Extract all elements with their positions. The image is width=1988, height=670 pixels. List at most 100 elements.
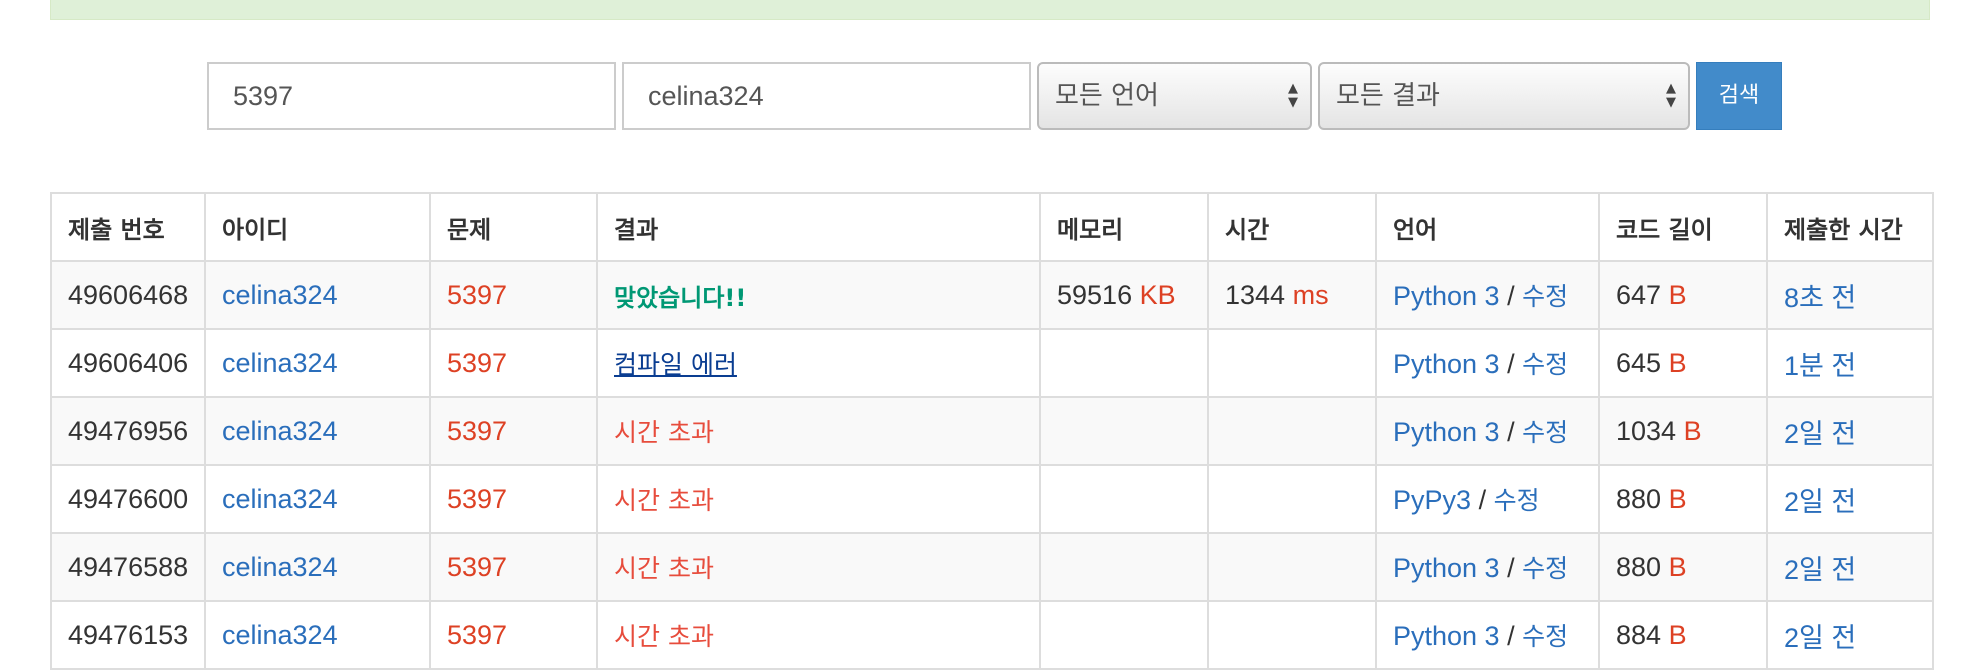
select-arrows-icon: ▲ ▼ [1288,81,1298,110]
code-length-unit: B [1668,619,1687,650]
language-link[interactable]: Python 3 [1393,417,1500,447]
code-length-value: 645 [1616,347,1662,378]
user-link[interactable]: celina324 [204,464,431,534]
language-link[interactable]: Python 3 [1393,281,1500,311]
problem-id-input[interactable]: 5397 [207,62,616,130]
result-select[interactable]: 모든 결과 ▲ ▼ [1318,62,1690,130]
code-length-unit: B [1668,483,1687,514]
language-select-value: 모든 언어 [1055,81,1159,111]
header-user: 아이디 [204,192,431,262]
select-arrows-icon: ▲ ▼ [1666,81,1676,110]
time-cell [1207,396,1377,466]
code-length-unit: B [1668,347,1687,378]
problem-link[interactable]: 5397 [429,532,598,602]
language-select[interactable]: 모든 언어 ▲ ▼ [1037,62,1312,130]
language-link[interactable]: Python 3 [1393,621,1500,651]
memory-cell [1039,532,1209,602]
header-time: 시간 [1207,192,1377,262]
submission-id: 49476600 [50,464,206,534]
submission-id: 49476588 [50,532,206,602]
user-link[interactable]: celina324 [204,532,431,602]
edit-link[interactable]: 수정 [1522,622,1568,651]
header-result: 결과 [596,192,1041,262]
submitted-time-link[interactable]: 2일 전 [1766,532,1934,602]
submitted-time-link[interactable]: 1분 전 [1766,328,1934,398]
search-button[interactable]: 검색 [1696,62,1782,130]
problem-link[interactable]: 5397 [429,464,598,534]
header-code-length: 코드 길이 [1598,192,1768,262]
submitted-time-link[interactable]: 8초 전 [1766,260,1934,330]
user-link[interactable]: celina324 [204,396,431,466]
memory-cell [1039,464,1209,534]
code-length-cell: 647 B [1598,260,1768,330]
code-length-value: 884 [1616,619,1662,650]
language-cell: PyPy3 / 수정 [1375,464,1600,534]
language-cell: Python 3 / 수정 [1375,600,1600,670]
result-cell: 시간 초과 [596,464,1041,534]
time-unit: ms [1292,279,1329,310]
language-cell: Python 3 / 수정 [1375,328,1600,398]
header-submission-id: 제출 번호 [50,192,206,262]
table-row: 49476153 celina324 5397 시간 초과 Python 3 / 수정 8… [50,600,1934,670]
language-separator: / [1507,349,1515,379]
user-link[interactable]: celina324 [204,328,431,398]
memory-cell [1039,328,1209,398]
edit-link[interactable]: 수정 [1522,282,1568,311]
table-row: 49476600 celina324 5397 시간 초과 PyPy3 / 수정 880 … [50,464,1934,534]
language-separator: / [1507,281,1515,311]
edit-link[interactable]: 수정 [1494,486,1540,515]
language-separator: / [1478,485,1487,515]
time-value: 1344 [1225,279,1286,310]
language-link[interactable]: Python 3 [1393,553,1500,583]
problem-link[interactable]: 5397 [429,600,598,670]
result-cell: 시간 초과 [596,532,1041,602]
code-length-value: 880 [1616,483,1662,514]
memory-cell: 59516 KB [1039,260,1209,330]
result-text: 시간 초과 [614,486,714,515]
problem-link[interactable]: 5397 [429,328,598,398]
user-id-input[interactable]: celina324 [622,62,1031,130]
header-submitted-at: 제출한 시간 [1766,192,1934,262]
language-separator: / [1507,553,1515,583]
submitted-time-link[interactable]: 2일 전 [1766,464,1934,534]
submitted-time-link[interactable]: 2일 전 [1766,600,1934,670]
memory-cell [1039,600,1209,670]
result-cell: 맞았습니다!! [596,260,1041,330]
result-cell[interactable]: 컴파일 에러 [596,328,1041,398]
result-text[interactable]: 컴파일 에러 [614,350,737,379]
problem-link[interactable]: 5397 [429,396,598,466]
memory-value: 59516 [1057,279,1133,310]
problem-link[interactable]: 5397 [429,260,598,330]
search-bar: 5397 celina324 모든 언어 ▲ ▼ 모든 결과 ▲ ▼ 검색 [0,62,1988,132]
result-cell: 시간 초과 [596,600,1041,670]
user-link[interactable]: celina324 [204,260,431,330]
user-link[interactable]: celina324 [204,600,431,670]
code-length-value: 880 [1616,551,1662,582]
language-separator: / [1507,417,1515,447]
edit-link[interactable]: 수정 [1522,350,1568,379]
edit-link[interactable]: 수정 [1522,418,1568,447]
table-row: 49606406 celina324 5397 컴파일 에러 Python 3 / 수정… [50,328,1934,398]
edit-link[interactable]: 수정 [1522,554,1568,583]
header-language: 언어 [1375,192,1600,262]
time-cell [1207,328,1377,398]
submission-id: 49476956 [50,396,206,466]
result-text: 시간 초과 [614,622,714,651]
submitted-time-link[interactable]: 2일 전 [1766,396,1934,466]
time-cell [1207,532,1377,602]
result-select-value: 모든 결과 [1336,81,1440,111]
time-cell [1207,600,1377,670]
code-length-cell: 884 B [1598,600,1768,670]
code-length-unit: B [1668,279,1687,310]
language-cell: Python 3 / 수정 [1375,396,1600,466]
code-length-cell: 880 B [1598,532,1768,602]
language-link[interactable]: PyPy3 [1393,485,1471,515]
code-length-value: 1034 [1616,415,1677,446]
language-link[interactable]: Python 3 [1393,349,1500,379]
time-cell [1207,464,1377,534]
table-row: 49476588 celina324 5397 시간 초과 Python 3 / 수정 8… [50,532,1934,602]
table-header-row: 제출 번호 아이디 문제 결과 메모리 시간 언어 코드 길이 제출한 시간 [50,192,1934,262]
result-banner [50,0,1930,20]
submission-id: 49606406 [50,328,206,398]
submission-table: 제출 번호 아이디 문제 결과 메모리 시간 언어 코드 길이 제출한 시간 4… [50,192,1934,670]
